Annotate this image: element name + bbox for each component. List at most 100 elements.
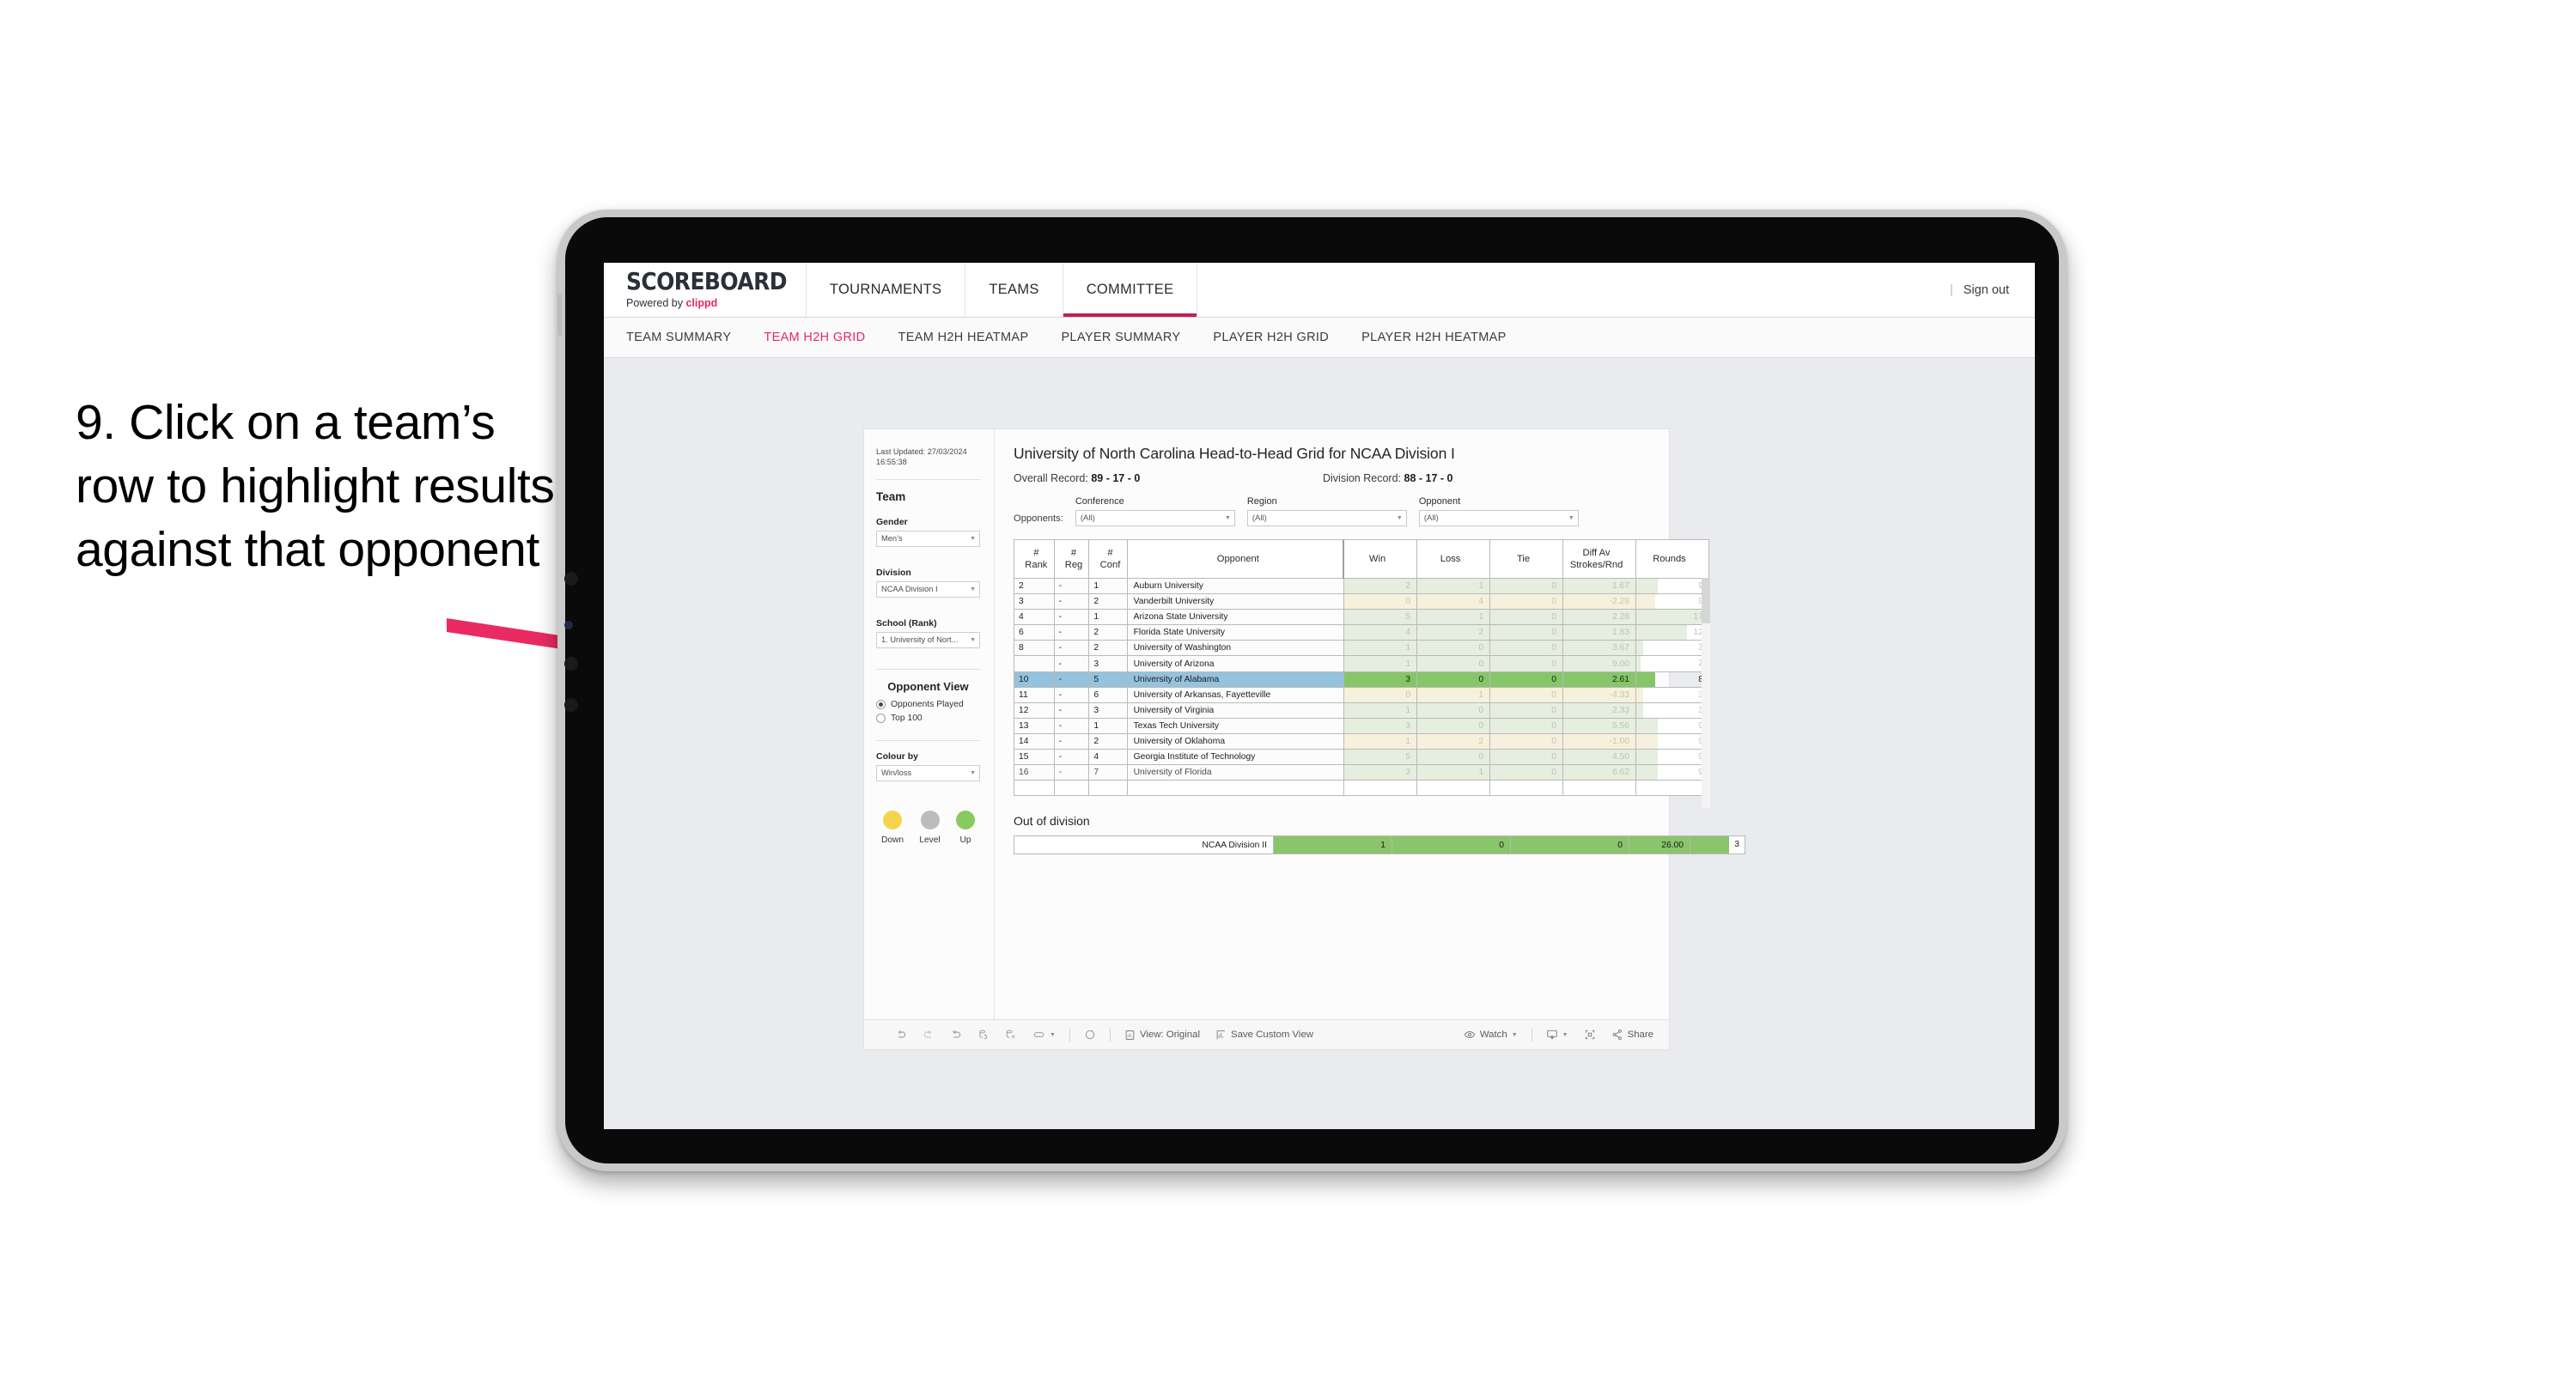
cell-rank: 15 xyxy=(1014,749,1055,766)
col-win[interactable]: Win xyxy=(1343,539,1418,579)
swap-axes-button[interactable]: ▼ xyxy=(1025,1020,1063,1049)
col-rank[interactable]: # Rank xyxy=(1014,539,1055,579)
viz-main: University of North Carolina Head-to-Hea… xyxy=(995,429,1745,1019)
subtab-player-h2h-heatmap[interactable]: PLAYER H2H HEATMAP xyxy=(1361,331,1507,344)
presentation-mode-button[interactable] xyxy=(1076,1020,1104,1049)
col-reg-l2: Reg xyxy=(1064,560,1083,570)
cell-diff: -4.33 xyxy=(1562,686,1636,703)
table-row[interactable]: 8-2University of Washington1003.673 xyxy=(1014,640,1709,657)
cell-opponent: University of Alabama xyxy=(1126,671,1344,688)
table-row[interactable]: 13-1Texas Tech University3005.569 xyxy=(1014,717,1709,734)
table-row[interactable]: 14-2University of Oklahoma120-1.009 xyxy=(1014,732,1709,750)
viz-bottom-toolbar: ▼ View: Original Save Custom View Watch … xyxy=(864,1019,1669,1049)
cell-win: 0 xyxy=(1343,593,1418,610)
cell-loss: 0 xyxy=(1416,717,1491,734)
save-view-icon xyxy=(1216,1030,1225,1039)
refresh-data-button[interactable] xyxy=(970,1020,997,1049)
blank-cell xyxy=(1343,780,1418,797)
cell-diff: 5.56 xyxy=(1562,717,1636,734)
cell-win: 3 xyxy=(1343,717,1418,734)
ood-win: 1 xyxy=(1273,835,1392,855)
table-row[interactable]: 11-6 University of Arkansas, Fayetteville… xyxy=(1014,686,1709,703)
cell-conf: 2 xyxy=(1088,624,1128,641)
save-custom-view-button[interactable]: Save Custom View xyxy=(1208,1020,1321,1049)
cell-tie: 0 xyxy=(1489,624,1564,641)
radio-top-100[interactable]: Top 100 xyxy=(876,713,980,723)
col-tie[interactable]: Tie xyxy=(1489,539,1564,579)
filter-opponent: Opponent (All) ▼ xyxy=(1418,496,1579,526)
chevron-down-icon: ▼ xyxy=(1568,515,1574,521)
legend-up-label: Up xyxy=(959,835,971,845)
cell-diff: 1.83 xyxy=(1562,624,1636,641)
brand-logo: SCOREBOARD Powered by clippd xyxy=(604,263,806,317)
eye-icon xyxy=(1464,1031,1476,1038)
table-row[interactable]: 4-1 Arizona State University 5 1 0 2.28 17 xyxy=(1014,609,1709,626)
blank-cell xyxy=(1126,780,1344,797)
col-rounds[interactable]: Rounds xyxy=(1635,539,1709,579)
ood-diff: 26.00 xyxy=(1629,835,1690,855)
division-select[interactable]: NCAA Division I ▼ xyxy=(876,580,980,598)
filter-conference-select[interactable]: (All) ▼ xyxy=(1075,510,1235,526)
cell-rank: 8 xyxy=(1014,640,1055,657)
radio-opponents-played[interactable]: Opponents Played xyxy=(876,699,980,709)
watch-button[interactable]: Watch ▼ xyxy=(1456,1020,1526,1049)
view-original-label: View: Original xyxy=(1139,1030,1200,1040)
filter-conference-label: Conference xyxy=(1075,496,1124,507)
cell-opponent: University of Virginia xyxy=(1126,702,1344,719)
col-diff-av-strokes[interactable]: Diff Av Strokes/Rnd xyxy=(1562,539,1636,579)
nav-tab-tournaments[interactable]: TOURNAMENTS xyxy=(805,263,965,317)
device-button-bottom xyxy=(564,698,578,712)
subtab-team-h2h-heatmap[interactable]: TEAM H2H HEATMAP xyxy=(898,331,1029,344)
cell-tie: 0 xyxy=(1489,749,1564,766)
table-row[interactable]: 12-3University of Virginia1002.333 xyxy=(1014,702,1709,719)
school-select[interactable]: 1. University of Nort... ▼ xyxy=(876,631,980,648)
cell-opponent: Georgia Institute of Technology xyxy=(1126,749,1344,766)
divider-3 xyxy=(876,739,980,741)
cell-diff: -2.29 xyxy=(1562,593,1636,610)
share-button[interactable]: Share xyxy=(1604,1020,1669,1049)
table-scrollbar[interactable] xyxy=(1702,578,1710,808)
nav-tab-committee[interactable]: COMMITTEE xyxy=(1062,263,1198,317)
table-row[interactable]: 15-4 Georgia Institute of Technology 5 0 0 4.… xyxy=(1014,749,1709,766)
toolbar-divider-1 xyxy=(1069,1028,1070,1042)
cell-rank: 3 xyxy=(1014,593,1055,610)
col-diff-l2: Strokes/Rnd xyxy=(1569,560,1623,570)
revert-button[interactable] xyxy=(942,1020,970,1049)
pause-auto-update-button[interactable] xyxy=(997,1020,1025,1049)
filter-opponent-select[interactable]: (All) ▼ xyxy=(1418,510,1579,526)
col-opponent[interactable]: Opponent xyxy=(1126,539,1344,579)
gender-select[interactable]: Men’s ▼ xyxy=(876,530,980,547)
cell-opponent: Texas Tech University xyxy=(1126,717,1344,734)
cell-rounds: 3 xyxy=(1635,702,1709,719)
cell-win: 5 xyxy=(1343,749,1418,766)
sign-out-link[interactable]: Sign out xyxy=(1964,283,2009,297)
undo-button[interactable] xyxy=(887,1020,915,1049)
subtab-player-h2h-grid[interactable]: PLAYER H2H GRID xyxy=(1213,331,1329,344)
filter-region-select[interactable]: (All) ▼ xyxy=(1246,510,1407,526)
view-original-button[interactable]: View: Original xyxy=(1117,1020,1208,1049)
redo-button[interactable] xyxy=(915,1020,942,1049)
subtab-team-h2h-grid[interactable]: TEAM H2H GRID xyxy=(764,331,865,344)
table-row[interactable]: 10-5University of Alabama3002.618 xyxy=(1014,671,1709,688)
download-button[interactable]: ▼ xyxy=(1538,1020,1576,1049)
cell-rank xyxy=(1014,655,1055,672)
col-loss[interactable]: Loss xyxy=(1416,539,1491,579)
table-row[interactable]: 3-2Vanderbilt University040-2.298 xyxy=(1014,593,1709,610)
colour-by-select[interactable]: Win/loss ▼ xyxy=(876,764,980,781)
subtab-player-summary[interactable]: PLAYER SUMMARY xyxy=(1061,331,1180,344)
nav-tab-teams[interactable]: TEAMS xyxy=(965,263,1062,317)
table-row[interactable]: 16-7University of Florida3106.629 xyxy=(1014,764,1709,781)
fullscreen-button[interactable] xyxy=(1576,1020,1604,1049)
table-scrollbar-thumb[interactable] xyxy=(1702,578,1710,623)
h2h-grid-table: # Rank # Reg # Conf Opponent Win Loss Tie D… xyxy=(1014,539,1709,797)
subtab-team-summary[interactable]: TEAM SUMMARY xyxy=(626,331,731,344)
cell-rank: 14 xyxy=(1014,732,1055,750)
blank-cell xyxy=(1088,780,1128,797)
table-row[interactable]: 2-1Auburn University2101.679 xyxy=(1014,577,1709,595)
filter-region-value: (All) xyxy=(1251,513,1267,523)
table-row[interactable]: -3University of Arizona1009.002 xyxy=(1014,655,1709,672)
table-row[interactable]: NCAA Division II 1 0 0 26.00 3 xyxy=(1014,835,1745,855)
col-conf[interactable]: # Conf xyxy=(1088,539,1128,579)
col-reg[interactable]: # Reg xyxy=(1053,539,1090,579)
table-row[interactable]: 6-2 Florida State University 4 2 0 1.83 12 xyxy=(1014,624,1709,641)
